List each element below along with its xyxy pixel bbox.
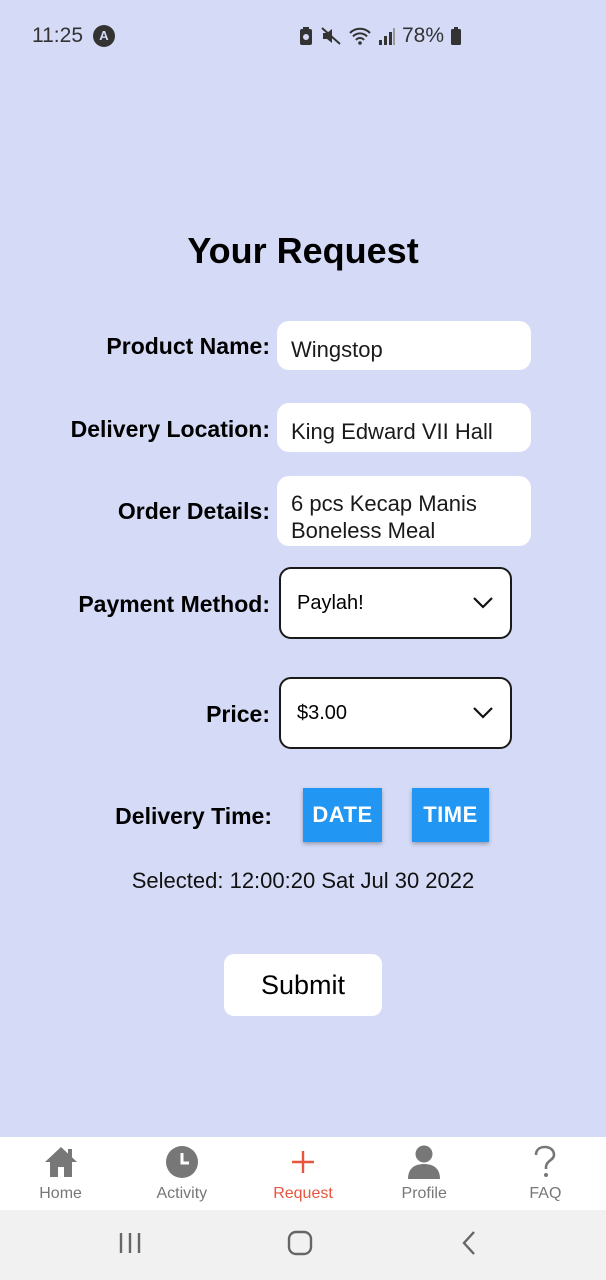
order-details-input[interactable]: 6 pcs Kecap Manis Boneless Meal bbox=[277, 476, 531, 546]
signal-icon bbox=[379, 28, 395, 45]
nav-item-profile[interactable]: Profile bbox=[364, 1137, 485, 1210]
bottom-nav: Home Activity Request Profile FAQ bbox=[0, 1137, 606, 1210]
nav-label-request: Request bbox=[273, 1185, 333, 1202]
clock-icon bbox=[165, 1146, 198, 1178]
date-button[interactable]: DATE bbox=[303, 788, 382, 842]
nav-label-faq: FAQ bbox=[529, 1185, 562, 1202]
battery-icon bbox=[451, 27, 462, 45]
payment-method-label: Payment Method: bbox=[78, 591, 270, 617]
battery-percent: 78% bbox=[402, 24, 445, 47]
price-label: Price: bbox=[206, 701, 270, 727]
nav-item-request[interactable]: Request bbox=[242, 1137, 363, 1210]
chevron-down-icon bbox=[473, 707, 493, 719]
question-icon bbox=[535, 1145, 556, 1177]
home-icon bbox=[44, 1147, 77, 1177]
person-icon bbox=[408, 1145, 441, 1179]
page-title: Your Request bbox=[187, 230, 419, 271]
app-notification-icon: A bbox=[93, 25, 115, 47]
back-icon[interactable] bbox=[459, 1228, 479, 1258]
delivery-time-label: Delivery Time: bbox=[115, 803, 272, 829]
nav-label-activity: Activity bbox=[156, 1185, 208, 1202]
delivery-location-value: King Edward VII Hall bbox=[291, 418, 493, 444]
price-value: $3.00 bbox=[297, 701, 348, 724]
status-indicators: 78% bbox=[298, 22, 462, 50]
product-name-input[interactable]: Wingstop bbox=[277, 321, 531, 370]
system-nav-bar bbox=[0, 1210, 606, 1280]
nav-label-profile: Profile bbox=[401, 1185, 447, 1202]
wifi-icon bbox=[349, 27, 371, 45]
product-name-label: Product Name: bbox=[106, 333, 270, 359]
battery-saver-icon bbox=[300, 27, 312, 45]
nav-item-activity[interactable]: Activity bbox=[121, 1137, 242, 1210]
order-details-label: Order Details: bbox=[117, 498, 270, 524]
payment-method-select[interactable]: Paylah! bbox=[279, 567, 512, 639]
order-details-value: 6 pcs Kecap Manis Boneless Meal bbox=[291, 491, 477, 543]
mute-icon bbox=[321, 27, 341, 45]
status-bar: 11:25 A 78% bbox=[0, 0, 606, 72]
nav-label-home: Home bbox=[39, 1185, 82, 1202]
time-button[interactable]: TIME bbox=[412, 788, 489, 842]
product-name-value: Wingstop bbox=[291, 336, 383, 362]
nav-item-faq[interactable]: FAQ bbox=[485, 1137, 606, 1210]
recent-apps-icon[interactable] bbox=[118, 1228, 142, 1258]
delivery-location-input[interactable]: King Edward VII Hall bbox=[277, 403, 531, 452]
chevron-down-icon bbox=[473, 597, 493, 609]
home-system-icon[interactable] bbox=[286, 1228, 314, 1258]
payment-method-value: Paylah! bbox=[297, 591, 364, 614]
nav-item-home[interactable]: Home bbox=[0, 1137, 121, 1210]
delivery-location-label: Delivery Location: bbox=[70, 416, 270, 442]
selected-datetime-text: Selected: 12:00:20 Sat Jul 30 2022 bbox=[131, 868, 475, 893]
submit-button[interactable]: Submit bbox=[224, 954, 382, 1016]
status-time: 11:25 bbox=[32, 24, 83, 47]
plus-icon bbox=[292, 1151, 314, 1173]
price-select[interactable]: $3.00 bbox=[279, 677, 512, 749]
